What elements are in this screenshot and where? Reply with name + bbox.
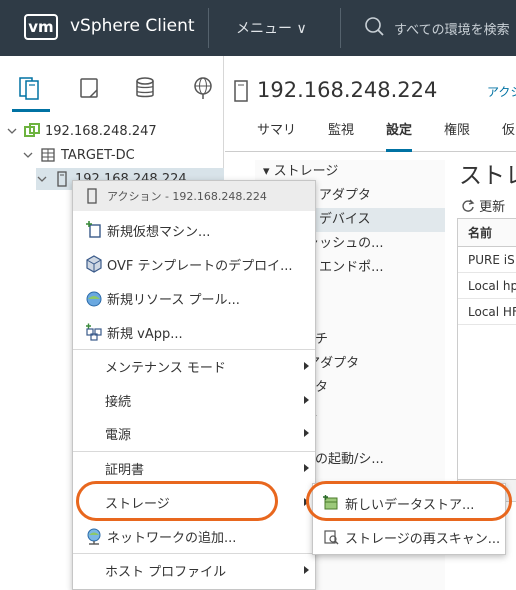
menu-item-label: ネットワークの追加...	[107, 530, 237, 546]
storage-submenu: 新しいデータストア... ストレージの再スキャン...	[312, 483, 506, 555]
database-icon	[136, 77, 154, 98]
table-row[interactable]: Local HF	[458, 299, 516, 325]
menu-item-label: OVF テンプレートのデプロイ...	[107, 258, 293, 274]
host-icon	[234, 80, 248, 102]
vcenter-icon	[24, 123, 40, 137]
new-vm-menu-item[interactable]: 新規仮想マシン...	[73, 215, 315, 245]
networking-tab[interactable]	[192, 76, 218, 100]
hosts-clusters-tab[interactable]	[12, 76, 50, 112]
new-vapp-menu-item[interactable]: 新規 vApp...	[73, 317, 315, 347]
deploy-ovf-menu-item[interactable]: OVF テンプレートのデプロイ...	[73, 249, 315, 279]
power-menu-item[interactable]: 電源	[73, 418, 315, 448]
menu-item-label: 電源	[105, 427, 132, 443]
menu-item-label: ストレージの再スキャン...	[345, 531, 501, 547]
network-icon	[87, 528, 101, 545]
submenu-arrow-icon	[304, 464, 309, 472]
tab-more[interactable]: 仮	[502, 122, 515, 152]
refresh-label: 更新	[479, 200, 506, 215]
new-vm-icon	[86, 221, 101, 238]
context-menu-header: アクション - 192.168.248.224	[73, 181, 315, 211]
host-icon	[87, 188, 97, 204]
tree-item-label: 192.168.248.247	[45, 123, 157, 139]
tab-configure[interactable]: 設定	[386, 122, 413, 152]
resource-pool-icon	[86, 291, 102, 307]
connection-menu-item[interactable]: 接続	[73, 385, 315, 415]
tree-item-vcenter[interactable]: 192.168.248.247	[6, 120, 157, 142]
storage-device-grid: 名前 PURE iS Local hp Local HF	[457, 218, 516, 502]
host-icon	[57, 171, 67, 187]
global-search[interactable]: すべての環境を検索	[364, 14, 516, 42]
vapp-icon	[86, 323, 102, 341]
navigator-tabs	[0, 56, 224, 112]
main-menu-button[interactable]: メニュー ∨	[236, 18, 307, 38]
menu-item-label: 証明書	[105, 462, 145, 478]
submenu-arrow-icon	[304, 396, 309, 404]
search-icon	[365, 17, 384, 36]
chevron-down-icon	[7, 128, 17, 134]
page-title: 192.168.248.224	[257, 78, 438, 102]
search-placeholder: すべての環境を検索	[394, 23, 510, 38]
menu-item-label: ホスト プロファイル	[105, 564, 227, 580]
globe-icon	[194, 77, 212, 99]
chevron-down-icon	[37, 176, 47, 182]
table-row[interactable]: Local hp	[458, 273, 516, 299]
menu-item-label: ストレージ	[105, 496, 170, 512]
tab-monitor[interactable]: 監視	[328, 122, 354, 152]
tree-item-label: TARGET-DC	[61, 147, 135, 163]
new-datastore-menu-item[interactable]: 新しいデータストア...	[313, 486, 505, 520]
ovf-icon	[86, 255, 102, 273]
new-resource-pool-menu-item[interactable]: 新規リソース プール...	[73, 283, 315, 313]
grid-column-name[interactable]: 名前	[458, 219, 516, 247]
submenu-arrow-icon	[304, 429, 309, 437]
storage-menu-item[interactable]: ストレージ	[73, 487, 315, 517]
menu-divider	[73, 553, 315, 554]
refresh-button[interactable]: 更新	[461, 196, 505, 215]
datacenter-icon	[41, 148, 55, 162]
menu-item-label: 新規 vApp...	[107, 326, 183, 342]
object-tabs: サマリ 監視 設定 権限 仮	[225, 122, 516, 152]
app-title: vSphere Client	[70, 16, 195, 36]
table-row[interactable]: PURE iS	[458, 247, 516, 273]
tab-permissions[interactable]: 権限	[444, 122, 470, 152]
top-header-bar: vm vSphere Client メニュー ∨ すべての環境を検索	[0, 0, 516, 56]
actions-link[interactable]: アクシ	[487, 83, 516, 100]
vms-templates-tab[interactable]	[78, 76, 104, 100]
add-networking-menu-item[interactable]: ネットワークの追加...	[73, 521, 315, 551]
menu-divider	[73, 349, 315, 350]
new-datastore-icon	[323, 495, 338, 510]
storage-tab[interactable]	[134, 76, 160, 100]
menu-item-label: メンテナンス モード	[105, 360, 226, 376]
certificates-menu-item[interactable]: 証明書	[73, 453, 315, 483]
submenu-arrow-icon	[304, 498, 309, 506]
menu-item-label: 新規リソース プール...	[107, 292, 240, 308]
menu-item-label: 接続	[105, 394, 132, 410]
rescan-storage-menu-item[interactable]: ストレージの再スキャン...	[313, 520, 505, 554]
host-profiles-menu-item[interactable]: ホスト プロファイル	[73, 555, 315, 585]
header-divider	[340, 8, 341, 48]
hosts-clusters-icon	[19, 77, 39, 100]
submenu-arrow-icon	[304, 566, 309, 574]
refresh-icon	[462, 199, 475, 212]
context-menu-title: アクション - 192.168.248.224	[107, 190, 267, 203]
tab-summary[interactable]: サマリ	[257, 122, 296, 152]
vmware-logo: vm	[24, 14, 58, 40]
host-context-menu: アクション - 192.168.248.224 新規仮想マシン... OVF テ…	[72, 180, 316, 590]
menu-item-label: 新規仮想マシン...	[107, 224, 211, 240]
menu-item-label: 新しいデータストア...	[345, 497, 475, 513]
tree-item-datacenter[interactable]: TARGET-DC	[22, 144, 135, 166]
chevron-down-icon	[23, 152, 33, 158]
header-divider	[208, 8, 209, 48]
panel-title: ストレ	[459, 163, 516, 189]
submenu-arrow-icon	[304, 362, 309, 370]
vms-templates-icon	[80, 78, 98, 98]
maintenance-mode-menu-item[interactable]: メンテナンス モード	[73, 351, 315, 381]
menu-divider	[73, 451, 315, 452]
rescan-icon	[324, 530, 339, 545]
